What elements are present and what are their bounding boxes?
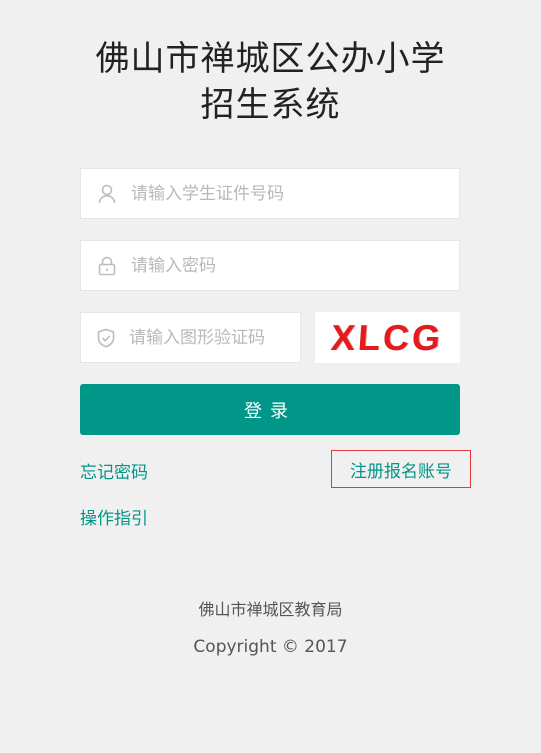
captcha-image[interactable]: XLCG [315, 312, 460, 363]
lock-icon [97, 256, 117, 276]
user-icon [97, 184, 117, 204]
shield-check-icon [97, 328, 115, 348]
student-id-field[interactable] [80, 168, 460, 219]
page-title-line-1: 佛山市禅城区公办小学 [95, 39, 446, 79]
password-input[interactable] [131, 241, 459, 290]
page-title-line-2: 招生系统 [200, 85, 341, 125]
captcha-field[interactable] [80, 312, 348, 363]
page-title: 佛山市禅城区公办小学 招生系统 [0, 36, 541, 128]
password-field[interactable] [80, 240, 460, 291]
login-button[interactable]: 登录 [80, 384, 460, 435]
captcha-text: XLCG [330, 316, 445, 358]
footer-organization: 佛山市禅城区教育局 [198, 600, 343, 619]
footer-copyright: Copyright © 2017 [193, 637, 348, 657]
forgot-password-link[interactable]: 忘记密码 [80, 458, 148, 483]
student-id-input[interactable] [131, 169, 459, 218]
register-account-link[interactable]: 注册报名账号 [331, 450, 471, 488]
user-guide-link[interactable]: 操作指引 [80, 504, 148, 529]
